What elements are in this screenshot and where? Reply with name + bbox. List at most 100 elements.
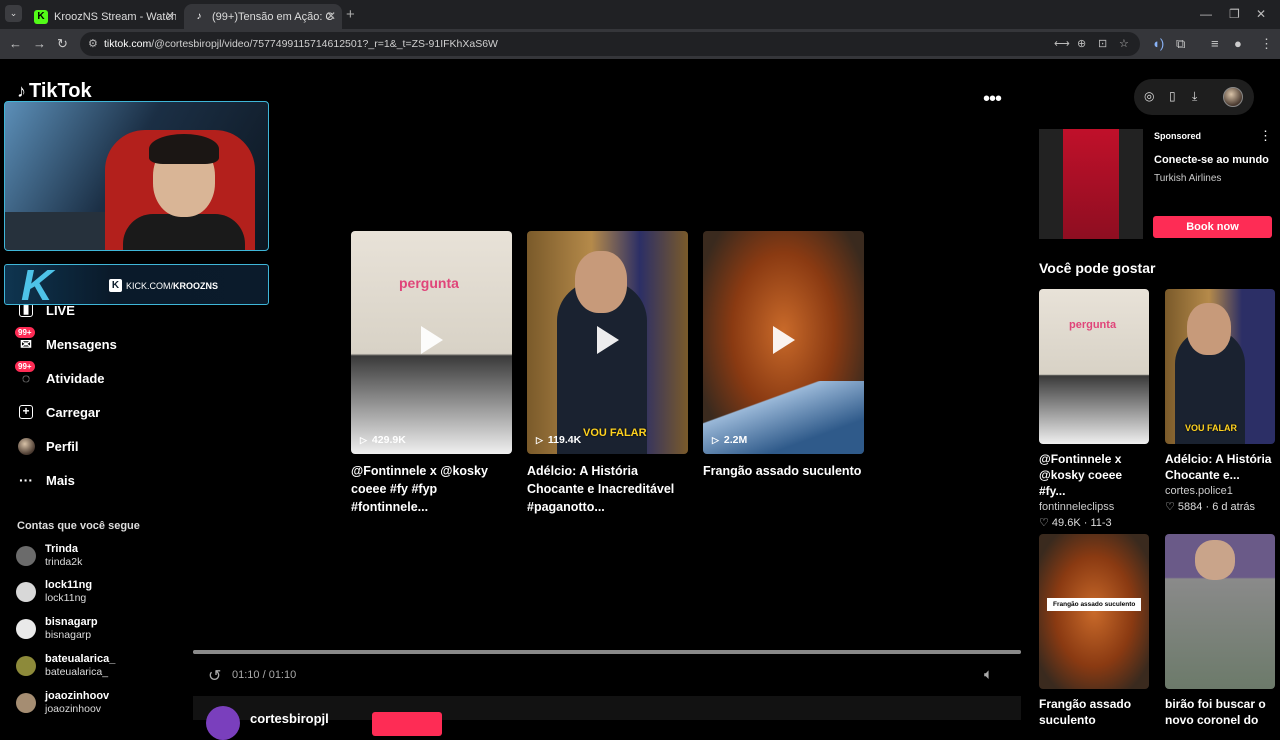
- browser-menu-icon[interactable]: ⋮: [1260, 36, 1273, 52]
- tab-title: (99+)Tensão em Ação: Coronel: [212, 10, 334, 23]
- notification-badge: 99+: [15, 327, 35, 338]
- author-avatar[interactable]: [206, 706, 240, 740]
- minimize-icon[interactable]: —: [1200, 7, 1212, 21]
- video-title[interactable]: @Fontinnele x @kosky coeee #fy...: [1039, 451, 1151, 499]
- site-info-icon[interactable]: ⚙: [88, 37, 98, 50]
- tiktok-wordmark: TikTok: [29, 80, 92, 102]
- close-window-icon[interactable]: ✕: [1256, 7, 1266, 21]
- followed-account[interactable]: lock11ng lock11ng: [16, 579, 92, 605]
- ad-more-icon[interactable]: ⋮: [1259, 128, 1272, 144]
- compass-icon[interactable]: ◎: [1144, 89, 1154, 103]
- author-name[interactable]: cortesbiropjl: [250, 711, 329, 726]
- video-title[interactable]: Adélcio: A História Chocante e...: [1165, 451, 1277, 483]
- video-progress-bar[interactable]: [193, 650, 1021, 654]
- heart-icon: ♡: [1039, 517, 1052, 529]
- audio-playing-icon[interactable]: ◖): [1152, 36, 1164, 51]
- account-name: bisnagarp: [45, 616, 98, 628]
- video-thumbnail[interactable]: pergunta: [1039, 289, 1149, 444]
- video-title[interactable]: @Fontinnele x @kosky coeee #fy #fyp #fon…: [351, 462, 516, 516]
- ad-image[interactable]: [1039, 129, 1143, 239]
- sidebar-item-label: Atividade: [46, 370, 105, 386]
- video-card[interactable]: VOU FALAR ▷ 119.4K Adélcio: A História Ch…: [527, 231, 688, 516]
- tab-kroozns-stream[interactable]: K KroozNS Stream - Watch Live ✕: [26, 4, 181, 29]
- video-thumbnail[interactable]: Frangão assado suculento: [1039, 534, 1149, 689]
- account-handle: joaozinhoov: [45, 703, 102, 715]
- reload-icon[interactable]: ↻: [57, 36, 68, 52]
- followed-account[interactable]: Trinda trinda2k: [16, 543, 82, 569]
- following-section-title: Contas que você segue: [17, 520, 140, 532]
- video-card[interactable]: ▷ 2.2M Frangão assado suculento: [703, 231, 864, 480]
- upload-icon: +: [17, 403, 35, 421]
- sidebar-item-upload[interactable]: + Carregar: [17, 403, 100, 421]
- avatar: [16, 619, 36, 639]
- profile-avatar-icon[interactable]: ●: [1234, 36, 1242, 51]
- volume-icon[interactable]: 🔈︎: [984, 666, 993, 683]
- video-card[interactable]: pergunta ▷ 429.9K @Fontinnele x @kosky co…: [351, 231, 512, 516]
- kick-channel-url: K KICK.COM/KROOZNS: [109, 279, 218, 292]
- extensions-icon[interactable]: ⧉: [1176, 36, 1185, 52]
- avatar: [16, 656, 36, 676]
- recommended-video[interactable]: VOU FALAR Adélcio: A História Chocante e…: [1165, 289, 1275, 513]
- followed-account[interactable]: bateualarica_ bateualarica_: [16, 653, 115, 679]
- sidebar-item-messages[interactable]: ✉ 99+ Mensagens: [15, 327, 117, 353]
- download-icon[interactable]: ⤓: [1192, 89, 1197, 104]
- back-icon[interactable]: ←: [9, 36, 22, 51]
- account-name: joaozinhoov: [45, 690, 110, 702]
- follow-button[interactable]: [372, 712, 442, 736]
- recommended-video[interactable]: birão foi buscar o novo coronel do: [1165, 534, 1275, 728]
- video-thumbnail[interactable]: VOU FALAR ▷ 119.4K: [527, 231, 688, 454]
- sponsored-label: Sponsored: [1154, 131, 1202, 141]
- account-name: lock11ng: [45, 579, 93, 591]
- forward-icon[interactable]: →: [33, 36, 46, 51]
- close-tab-icon[interactable]: ✕: [326, 9, 336, 23]
- ad-title[interactable]: Conecte-se ao mundo: [1154, 154, 1269, 166]
- webcam-overlay: [4, 101, 269, 251]
- more-options-icon[interactable]: •••: [983, 88, 1002, 111]
- sidebar-item-activity[interactable]: ◌ 99+ Atividade: [15, 361, 105, 387]
- play-icon: [597, 326, 619, 354]
- video-title[interactable]: birão foi buscar o novo coronel do: [1165, 696, 1277, 728]
- user-avatar[interactable]: [1223, 87, 1243, 107]
- browser-toolbar: ← → ↻ ⚙ tiktok.com/@cortesbiropjl/video/…: [0, 29, 1280, 59]
- avatar: [16, 582, 36, 602]
- video-author[interactable]: fontinneleclipss: [1039, 501, 1149, 513]
- inbox-icon: ✉ 99+: [15, 327, 35, 353]
- sidebar-item-profile[interactable]: Perfil: [17, 437, 79, 455]
- video-title[interactable]: Adélcio: A História Chocante e Inacredit…: [527, 462, 692, 516]
- sidebar-item-more[interactable]: ··· Mais: [17, 471, 75, 489]
- video-title[interactable]: Frangão assado suculento: [703, 462, 868, 480]
- video-thumbnail[interactable]: VOU FALAR: [1165, 289, 1275, 444]
- sidebar-item-label: Mais: [46, 472, 75, 488]
- recommendations-title: Você pode gostar: [1039, 260, 1156, 276]
- video-author[interactable]: cortes.police1: [1165, 485, 1275, 497]
- followed-account[interactable]: bisnagarp bisnagarp: [16, 616, 98, 642]
- bookmark-star-icon[interactable]: ☆: [1119, 37, 1129, 50]
- tiktok-logo[interactable]: ♪ TikTok: [17, 80, 92, 103]
- reading-list-icon[interactable]: ≡: [1211, 36, 1219, 51]
- tab-tiktok-video[interactable]: ♪ (99+)Tensão em Ação: Coronel ✕: [184, 4, 342, 29]
- video-thumbnail[interactable]: pergunta ▷ 429.9K: [351, 231, 512, 454]
- video-stats: ♡ 5884 · 6 d atrás: [1165, 501, 1255, 513]
- header-actions: ◎ ▯ ⤓: [1134, 79, 1254, 115]
- video-thumbnail[interactable]: [1165, 534, 1275, 689]
- install-app-icon[interactable]: ⊡: [1098, 37, 1107, 50]
- followed-account[interactable]: joaozinhoov joaozinhoov: [16, 690, 109, 716]
- new-tab-button[interactable]: +: [346, 6, 355, 23]
- kick-logo: K: [21, 261, 53, 310]
- device-icon[interactable]: ▯: [1169, 89, 1176, 103]
- zoom-icon[interactable]: ⊕: [1077, 37, 1086, 50]
- profile-icon: [17, 437, 35, 455]
- book-now-button[interactable]: Book now: [1153, 216, 1272, 238]
- heart-icon: ♡: [1165, 501, 1178, 513]
- video-title[interactable]: Frangão assado suculento: [1039, 696, 1151, 728]
- close-tab-icon[interactable]: ✕: [165, 9, 175, 23]
- recommended-video[interactable]: pergunta @Fontinnele x @kosky coeee #fy.…: [1039, 289, 1149, 529]
- replay-icon[interactable]: ↺: [208, 666, 221, 686]
- address-bar[interactable]: ⚙ tiktok.com/@cortesbiropjl/video/757749…: [80, 32, 1140, 56]
- video-thumbnail[interactable]: ▷ 2.2M: [703, 231, 864, 454]
- tab-search-button[interactable]: ⌄: [5, 5, 22, 22]
- recommended-video[interactable]: Frangão assado suculento Frangão assado …: [1039, 534, 1149, 728]
- restore-icon[interactable]: ❐: [1229, 7, 1240, 21]
- translate-icon[interactable]: ⟷: [1054, 37, 1070, 50]
- video-time: 01:10 / 01:10: [232, 669, 297, 681]
